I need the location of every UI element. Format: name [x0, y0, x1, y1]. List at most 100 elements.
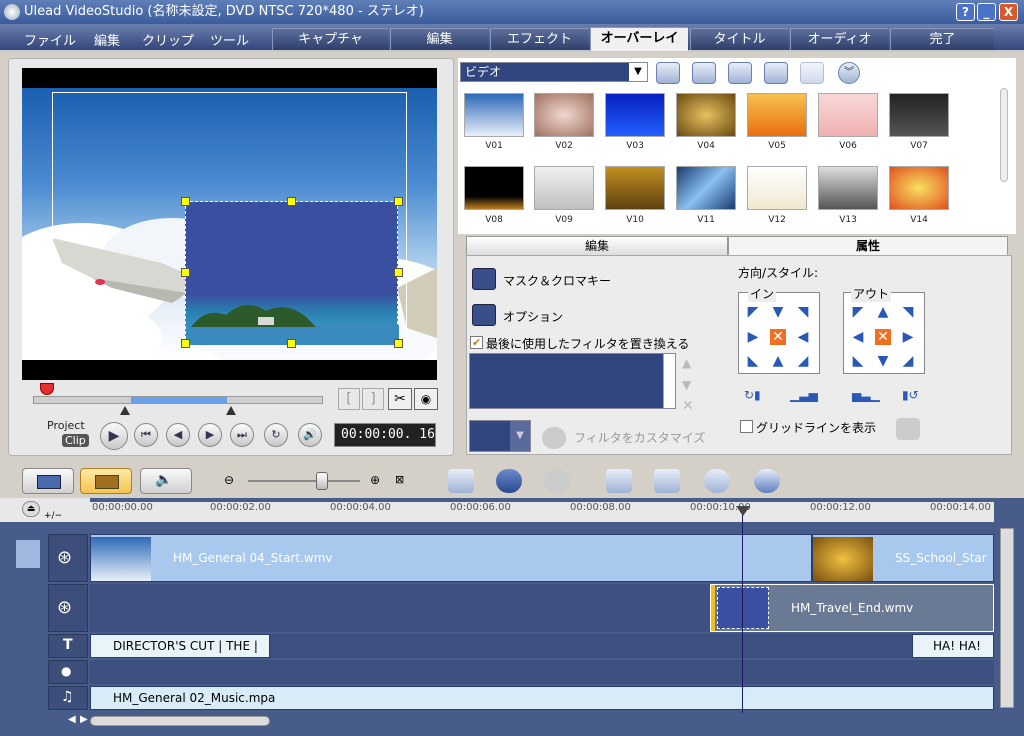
zoom-slider-track[interactable]: [248, 480, 360, 482]
thumb-v07[interactable]: [889, 93, 949, 137]
thumb-v11[interactable]: [676, 166, 736, 210]
trim-start-handle[interactable]: [120, 406, 130, 415]
in-arrow-tl-icon[interactable]: ◤: [745, 304, 761, 320]
rotate-in-icon[interactable]: ↻▮: [744, 388, 766, 404]
menu-file[interactable]: ファイル: [24, 30, 76, 49]
minimize-button[interactable]: _: [977, 3, 996, 21]
preset-select[interactable]: ▼: [469, 420, 531, 452]
undo-icon[interactable]: [496, 469, 522, 493]
tab-effect[interactable]: エフェクト: [490, 28, 588, 50]
scrubber-bar[interactable]: [33, 396, 323, 404]
tab-options-attributes[interactable]: 属性: [728, 236, 1008, 256]
sort-icon[interactable]: [692, 62, 716, 84]
title-track-label[interactable]: T: [48, 634, 88, 658]
close-button[interactable]: X: [999, 3, 1018, 21]
chevron-down-icon[interactable]: ▼: [629, 63, 647, 81]
tab-options-edit[interactable]: 編集: [466, 236, 728, 256]
replace-filter-checkbox[interactable]: ✔: [470, 336, 483, 349]
filter-list-scrollbar[interactable]: [663, 354, 675, 408]
library-view-icon[interactable]: [728, 62, 752, 84]
out-arrow-b-icon[interactable]: ▼: [875, 353, 891, 369]
storyboard-view-button[interactable]: [22, 468, 74, 494]
title-track[interactable]: DIRECTOR'S CUT | THE | HA! HA!: [90, 634, 994, 658]
redo-icon[interactable]: [544, 469, 570, 493]
enlarge-preview-icon[interactable]: ◉: [414, 388, 438, 410]
resize-handle-t[interactable]: [287, 197, 296, 206]
fade-out-icon[interactable]: ▅▃▁: [852, 388, 880, 404]
options-icon[interactable]: [472, 304, 496, 326]
thumb-v05[interactable]: [747, 93, 807, 137]
out-center-icon[interactable]: ✕: [875, 329, 891, 345]
tab-overlay[interactable]: オーバーレイ: [590, 27, 688, 51]
previous-frame-icon[interactable]: ◀: [166, 423, 190, 447]
music-clip[interactable]: HM_General 02_Music.mpa: [90, 686, 994, 710]
thumb-v14[interactable]: [889, 166, 949, 210]
voice-track-label[interactable]: ●: [48, 660, 88, 684]
title-clip[interactable]: DIRECTOR'S CUT | THE |: [90, 634, 270, 658]
fit-project-icon[interactable]: ⊠: [395, 473, 404, 486]
out-arrow-tr-icon[interactable]: ◥: [900, 304, 916, 320]
library-category-select[interactable]: ビデオ ▼: [460, 62, 648, 82]
tab-edit[interactable]: 編集: [390, 28, 488, 50]
in-arrow-l-icon[interactable]: ▶: [745, 329, 761, 345]
menu-tools[interactable]: ツール: [210, 30, 249, 49]
thumb-v13[interactable]: [818, 166, 878, 210]
overlay-track-label[interactable]: ⊛: [48, 584, 88, 632]
smart-proxy-icon[interactable]: [606, 469, 632, 493]
resize-handle-tr[interactable]: [394, 197, 403, 206]
next-frame-icon[interactable]: ▶: [198, 423, 222, 447]
grid-settings-icon[interactable]: [896, 418, 920, 440]
mask-chroma-button[interactable]: マスク＆クロマキー: [503, 272, 611, 289]
mask-chroma-icon[interactable]: [472, 268, 496, 290]
timecode-display[interactable]: 00:00:00. 16: [334, 423, 436, 447]
tab-audio[interactable]: オーディオ: [790, 28, 888, 50]
multi-track-icon[interactable]: [16, 540, 40, 568]
resize-handle-tl[interactable]: [181, 197, 190, 206]
thumb-v10[interactable]: [605, 166, 665, 210]
scroll-right-icon[interactable]: ▶: [80, 714, 88, 725]
zoom-slider-thumb[interactable]: [316, 472, 328, 490]
trim-end-handle[interactable]: [226, 406, 236, 415]
mark-out-button[interactable]: ]: [362, 388, 384, 410]
in-arrow-r-icon[interactable]: ◀: [795, 329, 811, 345]
delete-filter-icon[interactable]: ✕: [682, 398, 694, 414]
move-down-icon[interactable]: ▼: [682, 378, 691, 392]
out-arrow-br-icon[interactable]: ◢: [900, 353, 916, 369]
tab-title[interactable]: タイトル: [690, 28, 788, 50]
voice-track[interactable]: [90, 660, 994, 684]
timeline-view-button[interactable]: [80, 468, 132, 494]
menu-clip[interactable]: クリップ: [142, 30, 194, 49]
music-track[interactable]: HM_General 02_Music.mpa: [90, 686, 994, 710]
out-arrow-bl-icon[interactable]: ◣: [850, 353, 866, 369]
resize-handle-l[interactable]: [181, 268, 190, 277]
zoom-out-icon[interactable]: ⊖: [224, 473, 234, 487]
rotate-out-icon[interactable]: ▮↺: [902, 388, 924, 404]
folder-open-icon[interactable]: [656, 62, 680, 84]
end-icon[interactable]: ⏭: [230, 423, 254, 447]
video-track-label[interactable]: ⊛: [48, 534, 88, 582]
thumb-v12[interactable]: [747, 166, 807, 210]
customize-filter-label[interactable]: フィルタをカスタマイズ: [574, 429, 705, 446]
library-manager-icon[interactable]: [800, 62, 824, 84]
timeline-ruler[interactable]: 00:00:00.00 00:00:02.00 00:00:04.00 00:0…: [90, 502, 994, 522]
in-arrow-br-icon[interactable]: ◢: [795, 353, 811, 369]
resize-handle-bl[interactable]: [181, 339, 190, 348]
thumb-v08[interactable]: [464, 166, 524, 210]
scroll-left-icon[interactable]: ◀: [68, 714, 76, 725]
video-clip[interactable]: HM_General 04_Start.wmv: [90, 534, 812, 582]
import-icon[interactable]: [764, 62, 788, 84]
in-arrow-tr-icon[interactable]: ◥: [795, 304, 811, 320]
help-button[interactable]: ?: [956, 3, 975, 21]
overlay-clip-preview[interactable]: [185, 201, 399, 345]
move-up-icon[interactable]: ▲: [682, 356, 691, 370]
resize-handle-r[interactable]: [394, 268, 403, 277]
mode-project-label[interactable]: Project: [47, 419, 85, 432]
in-center-icon[interactable]: ✕: [770, 329, 786, 345]
eject-icon[interactable]: ⏏: [22, 501, 40, 517]
menu-edit[interactable]: 編集: [94, 30, 120, 49]
play-icon[interactable]: ▶: [100, 422, 128, 450]
out-arrow-r-icon[interactable]: ▶: [900, 329, 916, 345]
scissors-icon[interactable]: ✂: [388, 388, 412, 410]
home-icon[interactable]: ⏮: [134, 423, 158, 447]
tab-capture[interactable]: キャプチャ: [272, 28, 388, 50]
